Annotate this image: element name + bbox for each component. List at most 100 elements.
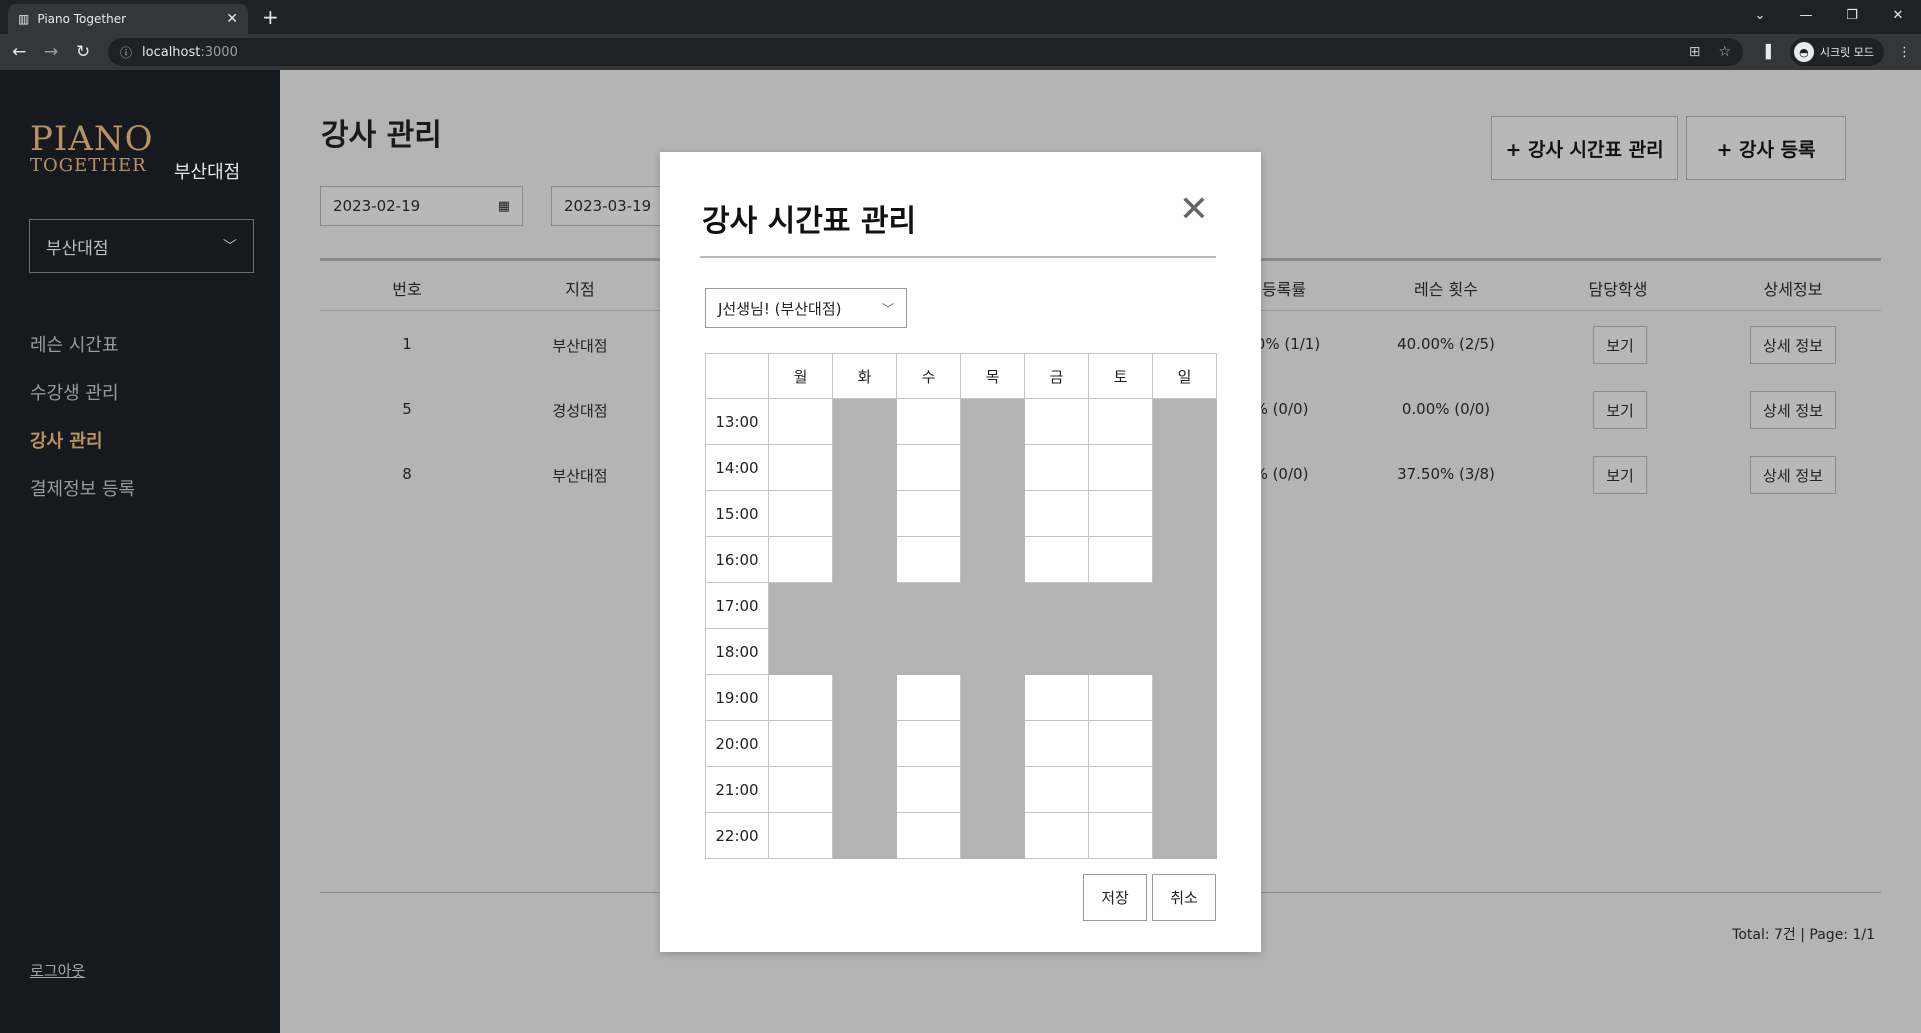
schedule-slot-unavailable[interactable]	[832, 536, 897, 583]
schedule-slot-available[interactable]	[1024, 536, 1089, 583]
schedule-slot-available[interactable]	[1024, 812, 1089, 859]
sidebar-item-payment-registration[interactable]: 결제정보 등록	[30, 478, 135, 526]
schedule-slot-available[interactable]	[896, 490, 961, 537]
schedule-slot-available[interactable]	[1088, 720, 1153, 767]
schedule-slot-unavailable[interactable]	[960, 812, 1025, 859]
schedule-slot-unavailable[interactable]	[832, 444, 897, 491]
schedule-slot-available[interactable]	[768, 444, 833, 491]
schedule-slot-unavailable[interactable]	[832, 582, 897, 629]
translate-icon[interactable]: ⊞	[1689, 44, 1701, 60]
schedule-slot-unavailable[interactable]	[960, 444, 1025, 491]
schedule-slot-unavailable[interactable]	[960, 398, 1025, 445]
schedule-slot-unavailable[interactable]	[896, 628, 961, 675]
schedule-slot-unavailable[interactable]	[1024, 628, 1089, 675]
row2-view-button[interactable]: 보기	[1593, 391, 1647, 429]
schedule-slot-unavailable[interactable]	[832, 674, 897, 721]
schedule-slot-available[interactable]	[768, 536, 833, 583]
schedule-slot-available[interactable]	[768, 812, 833, 859]
side-panel-icon[interactable]: ▌	[1766, 45, 1776, 60]
schedule-slot-available[interactable]	[896, 812, 961, 859]
schedule-slot-available[interactable]	[1024, 398, 1089, 445]
forward-icon[interactable]: →	[44, 42, 58, 62]
schedule-slot-available[interactable]	[1088, 766, 1153, 813]
reload-icon[interactable]: ↻	[76, 42, 90, 62]
schedule-slot-unavailable[interactable]	[960, 674, 1025, 721]
tab-search-icon[interactable]: ⌄	[1737, 8, 1783, 23]
row1-view-button[interactable]: 보기	[1593, 326, 1647, 364]
restore-icon[interactable]: ❐	[1829, 8, 1875, 23]
row1-detail-button[interactable]: 상세 정보	[1750, 326, 1836, 364]
schedule-slot-available[interactable]	[1088, 536, 1153, 583]
cancel-button[interactable]: 취소	[1152, 874, 1216, 921]
row2-detail-button[interactable]: 상세 정보	[1750, 391, 1836, 429]
schedule-slot-available[interactable]	[768, 398, 833, 445]
schedule-slot-available[interactable]	[768, 720, 833, 767]
schedule-slot-unavailable[interactable]	[960, 766, 1025, 813]
schedule-slot-unavailable[interactable]	[1024, 582, 1089, 629]
schedule-slot-available[interactable]	[1024, 720, 1089, 767]
schedule-slot-unavailable[interactable]	[1152, 628, 1217, 675]
schedule-slot-unavailable[interactable]	[960, 628, 1025, 675]
schedule-slot-unavailable[interactable]	[1152, 720, 1217, 767]
schedule-slot-available[interactable]	[896, 536, 961, 583]
schedule-slot-available[interactable]	[1024, 490, 1089, 537]
schedule-slot-unavailable[interactable]	[832, 766, 897, 813]
schedule-slot-unavailable[interactable]	[1088, 582, 1153, 629]
schedule-slot-unavailable[interactable]	[1152, 766, 1217, 813]
address-bar[interactable]: ⓘ localhost:3000 ⊞ ☆	[108, 38, 1743, 66]
menu-kebab-icon[interactable]: ⋮	[1898, 45, 1911, 60]
logo[interactable]: PIANO TOGETHER	[30, 122, 154, 176]
schedule-slot-unavailable[interactable]	[1152, 536, 1217, 583]
teacher-select[interactable]: J선생님! (부산대점) ﹀	[705, 288, 907, 328]
schedule-slot-unavailable[interactable]	[1088, 628, 1153, 675]
schedule-slot-unavailable[interactable]	[832, 398, 897, 445]
row3-view-button[interactable]: 보기	[1593, 456, 1647, 494]
schedule-slot-unavailable[interactable]	[832, 812, 897, 859]
schedule-slot-available[interactable]	[1024, 766, 1089, 813]
schedule-slot-available[interactable]	[1088, 398, 1153, 445]
profile-button[interactable]: ◓ 시크릿 모드	[1789, 38, 1884, 66]
bookmark-star-icon[interactable]: ☆	[1718, 44, 1731, 60]
schedule-slot-available[interactable]	[896, 398, 961, 445]
schedule-slot-unavailable[interactable]	[960, 536, 1025, 583]
new-tab-icon[interactable]: +	[262, 6, 279, 28]
schedule-slot-unavailable[interactable]	[768, 582, 833, 629]
schedule-slot-available[interactable]	[896, 444, 961, 491]
schedule-slot-unavailable[interactable]	[1152, 398, 1217, 445]
schedule-slot-available[interactable]	[1024, 674, 1089, 721]
minimize-icon[interactable]: —	[1783, 8, 1829, 23]
sidebar-item-lesson-schedule[interactable]: 레슨 시간표	[30, 334, 135, 382]
date-from-input[interactable]: 2023-02-19 ▦	[320, 186, 523, 226]
schedule-slot-unavailable[interactable]	[960, 582, 1025, 629]
schedule-slot-available[interactable]	[768, 674, 833, 721]
schedule-slot-available[interactable]	[896, 674, 961, 721]
schedule-slot-unavailable[interactable]	[1152, 812, 1217, 859]
schedule-slot-unavailable[interactable]	[1152, 674, 1217, 721]
branch-select[interactable]: 부산대점 ﹀	[29, 219, 254, 273]
schedule-slot-available[interactable]	[768, 766, 833, 813]
teacher-timetable-button[interactable]: + 강사 시간표 관리	[1491, 116, 1678, 180]
schedule-slot-available[interactable]	[1088, 490, 1153, 537]
schedule-slot-available[interactable]	[1088, 812, 1153, 859]
schedule-slot-available[interactable]	[1088, 444, 1153, 491]
logout-link[interactable]: 로그아웃	[30, 960, 85, 981]
schedule-slot-unavailable[interactable]	[832, 490, 897, 537]
site-info-icon[interactable]: ⓘ	[120, 44, 132, 61]
browser-tab[interactable]: ▥ Piano Together ✕	[8, 4, 248, 34]
schedule-slot-available[interactable]	[1088, 674, 1153, 721]
sidebar-item-teacher-management[interactable]: 강사 관리	[30, 430, 135, 478]
schedule-slot-unavailable[interactable]	[1152, 490, 1217, 537]
back-icon[interactable]: ←	[12, 42, 26, 62]
sidebar-item-student-management[interactable]: 수강생 관리	[30, 382, 135, 430]
row3-detail-button[interactable]: 상세 정보	[1750, 456, 1836, 494]
schedule-slot-unavailable[interactable]	[960, 720, 1025, 767]
close-tab-icon[interactable]: ✕	[226, 11, 238, 27]
calendar-icon[interactable]: ▦	[498, 199, 510, 214]
schedule-slot-available[interactable]	[1024, 444, 1089, 491]
save-button[interactable]: 저장	[1083, 874, 1147, 921]
schedule-slot-unavailable[interactable]	[1152, 444, 1217, 491]
schedule-slot-unavailable[interactable]	[1152, 582, 1217, 629]
schedule-slot-unavailable[interactable]	[832, 628, 897, 675]
schedule-slot-available[interactable]	[896, 720, 961, 767]
schedule-slot-available[interactable]	[768, 490, 833, 537]
